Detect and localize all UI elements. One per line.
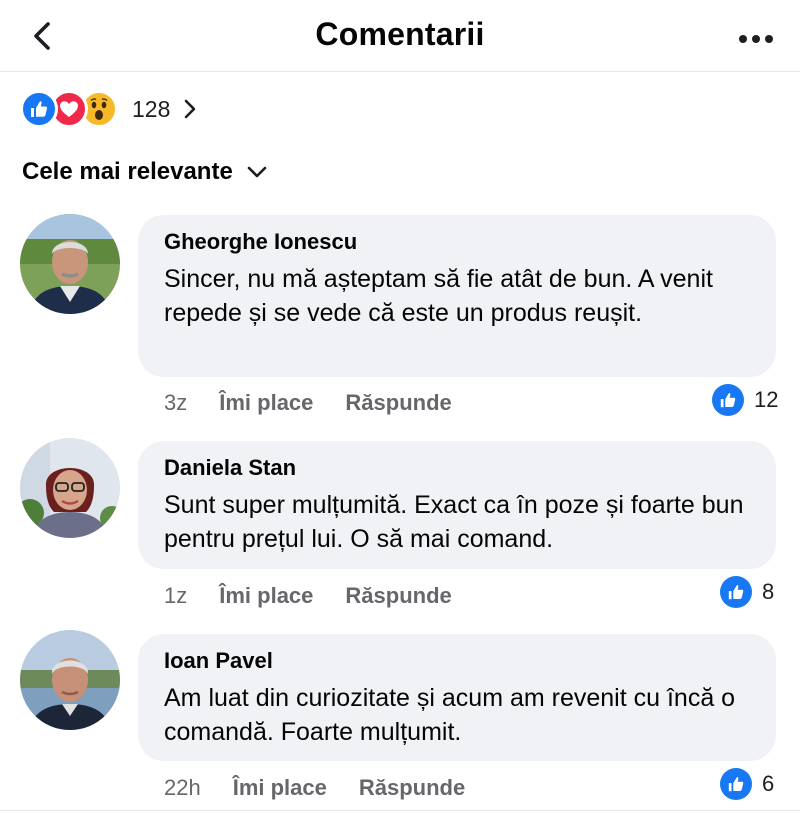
like-reaction-icon [20, 90, 58, 128]
comment-bubble[interactable]: Gheorghe Ionescu Sincer, nu mă așteptam … [138, 215, 776, 377]
sort-dropdown[interactable]: Cele mai relevante [22, 158, 267, 186]
comment-text: Am luat din curiozitate și acum am reven… [164, 684, 736, 746]
reply-button[interactable]: Răspunde [359, 775, 465, 801]
avatar[interactable] [20, 438, 120, 538]
comment-time[interactable]: 22h [164, 775, 201, 801]
comment-text: Sincer, nu mă așteptam să fie atât de bu… [164, 265, 713, 327]
comment-author[interactable]: Ioan Pavel [164, 648, 750, 674]
comment-bubble[interactable]: Daniela Stan Sunt super mulțumită. Exact… [138, 441, 776, 569]
comment-actions: 1z Îmi place Răspunde [164, 583, 452, 609]
chevron-down-icon [247, 166, 267, 178]
sort-label: Cele mai relevante [22, 158, 233, 185]
comment-time[interactable]: 1z [164, 583, 187, 609]
comment-like-count[interactable]: 12 [712, 384, 778, 416]
more-options-button[interactable] [736, 24, 776, 54]
comment-time[interactable]: 3z [164, 390, 187, 416]
header: Comentarii [0, 0, 800, 72]
comment-like-count[interactable]: 6 [720, 768, 774, 800]
page-title: Comentarii [315, 16, 485, 52]
like-icon [720, 768, 752, 800]
like-count: 6 [762, 771, 775, 796]
like-icon [720, 576, 752, 608]
comment-text: Sunt super mulțumită. Exact ca în poze ș… [164, 491, 744, 553]
comment-actions: 3z Îmi place Răspunde [164, 390, 452, 416]
reply-button[interactable]: Răspunde [345, 390, 451, 416]
like-count: 12 [754, 387, 779, 412]
dot [752, 35, 760, 43]
comment-bubble[interactable]: Ioan Pavel Am luat din curiozitate și ac… [138, 634, 776, 761]
avatar[interactable] [20, 630, 120, 730]
reply-button[interactable]: Răspunde [345, 583, 451, 609]
reaction-count: 128 [132, 95, 171, 122]
like-count: 8 [762, 579, 775, 604]
comment-actions: 22h Îmi place Răspunde [164, 775, 465, 801]
dot [739, 35, 747, 43]
divider [0, 810, 800, 811]
chevron-right-icon [184, 99, 196, 119]
comment-author[interactable]: Daniela Stan [164, 455, 750, 481]
like-button[interactable]: Îmi place [233, 775, 327, 801]
like-button[interactable]: Îmi place [219, 583, 313, 609]
like-button[interactable]: Îmi place [219, 390, 313, 416]
reactions-summary[interactable]: 128 [20, 88, 196, 130]
comment-like-count[interactable]: 8 [720, 576, 774, 608]
like-icon [712, 384, 744, 416]
avatar[interactable] [20, 214, 120, 314]
dot [765, 35, 773, 43]
comment-author[interactable]: Gheorghe Ionescu [164, 229, 750, 255]
